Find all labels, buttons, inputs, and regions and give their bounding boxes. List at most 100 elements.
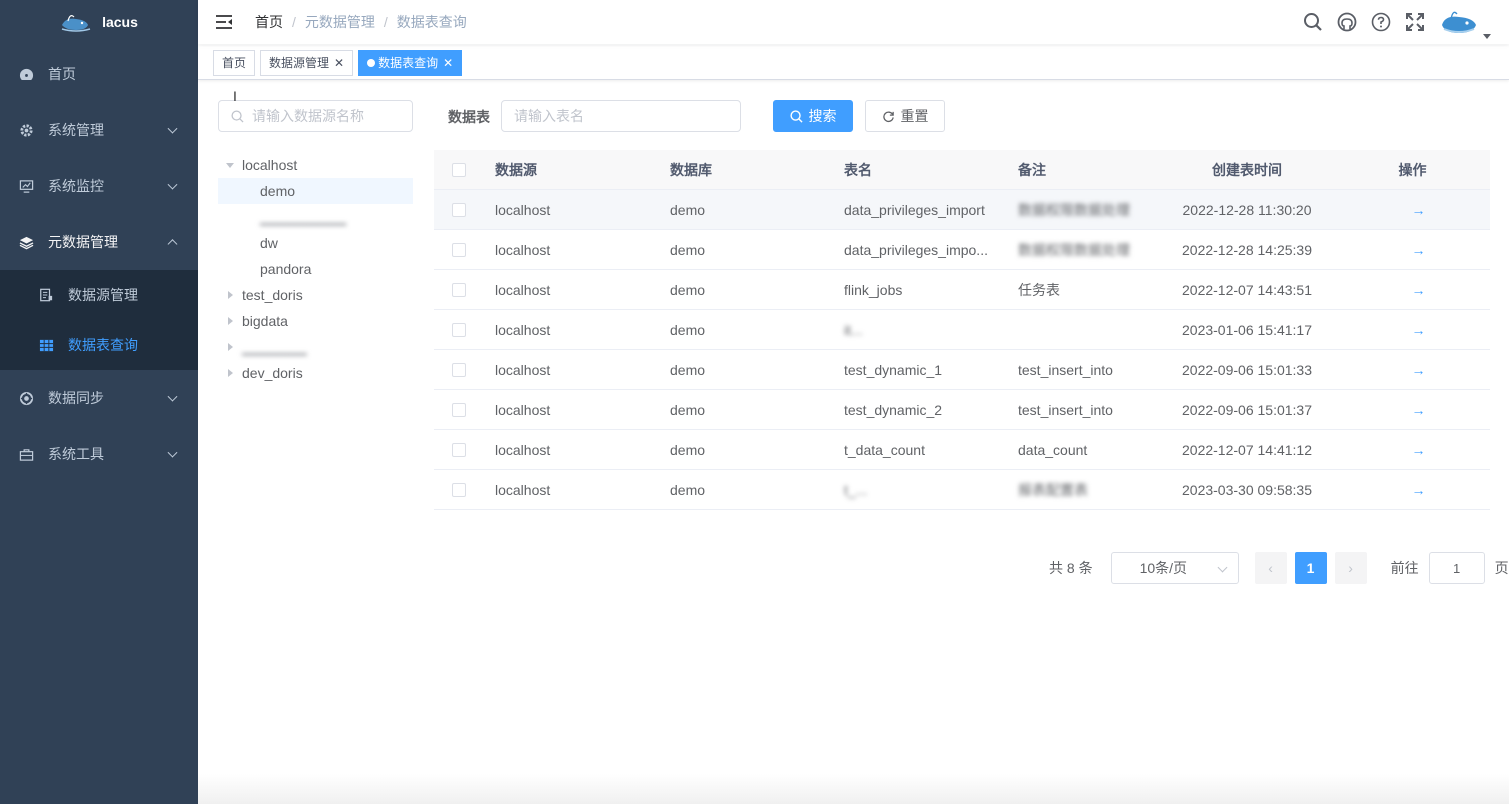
view-detail-arrow-icon[interactable]: → xyxy=(1412,282,1426,298)
tree-node[interactable]: test_doris xyxy=(218,282,413,308)
tag-table-query[interactable]: 数据表查询 ✕ xyxy=(358,49,463,76)
view-detail-arrow-icon[interactable]: → xyxy=(1412,482,1426,498)
expand-icon[interactable] xyxy=(218,343,242,351)
expand-icon[interactable] xyxy=(218,291,242,299)
search-button[interactable]: 搜索 xyxy=(773,100,853,132)
cell-note: test_insert_into xyxy=(1018,361,1113,378)
tree-node-child[interactable]: ▁▁▁▁▁▁▁▁ xyxy=(218,204,413,230)
next-page-button[interactable]: › xyxy=(1334,552,1367,584)
cell-database: demo xyxy=(670,281,706,298)
tag-home[interactable]: 首页 xyxy=(213,49,256,76)
table-row[interactable]: localhost demo data_privileges_import 数据… xyxy=(434,190,1490,230)
sidebar-item-system[interactable]: 系统管理 xyxy=(0,102,198,158)
view-detail-arrow-icon[interactable]: → xyxy=(1412,442,1426,458)
tree-node[interactable]: dev_doris xyxy=(218,360,413,386)
search-icon xyxy=(231,109,244,123)
row-checkbox[interactable] xyxy=(452,482,466,497)
datasource-tree: localhost demo ▁▁▁▁▁▁▁▁ dw pandora test_… xyxy=(218,152,413,386)
table-row[interactable]: localhost demo test_dynamic_2 test_inser… xyxy=(434,390,1490,430)
row-checkbox[interactable] xyxy=(452,402,466,417)
cell-database: demo xyxy=(670,321,706,338)
chevron-down-icon xyxy=(167,447,178,458)
logo[interactable]: lacus xyxy=(0,0,198,44)
close-icon[interactable]: ✕ xyxy=(334,56,344,70)
tree-node[interactable]: ▁▁▁▁▁▁ xyxy=(218,334,413,360)
page-number-current[interactable]: 1 xyxy=(1294,552,1327,584)
table-row[interactable]: localhost demo flink_jobs 任务表 2022-12-07… xyxy=(434,270,1490,310)
row-checkbox[interactable] xyxy=(452,202,466,217)
table-name-input[interactable] xyxy=(501,100,741,132)
breadcrumb-separator: / xyxy=(292,14,296,30)
cell-table-name: it... xyxy=(844,321,863,338)
table-row[interactable]: localhost demo test_dynamic_1 test_inser… xyxy=(434,350,1490,390)
cell-note: test_insert_into xyxy=(1018,401,1113,418)
table-row[interactable]: localhost demo t_... 报表配置表 2023-03-30 09… xyxy=(434,470,1490,510)
avatar[interactable] xyxy=(1439,7,1491,39)
expand-icon[interactable] xyxy=(218,162,242,168)
row-checkbox[interactable] xyxy=(452,322,466,337)
sidebar-item-datasource[interactable]: 数据源管理 xyxy=(0,270,198,320)
cell-database: demo xyxy=(670,361,706,378)
select-all-checkbox[interactable] xyxy=(452,162,466,177)
tree-node-label: bigdata xyxy=(242,313,288,329)
sidebar-item-home[interactable]: 首页 xyxy=(0,46,198,102)
cell-table-name: test_dynamic_1 xyxy=(844,361,943,378)
breadcrumb-item[interactable]: 首页 xyxy=(255,12,283,32)
expand-icon[interactable] xyxy=(218,317,242,325)
table-row[interactable]: localhost demo data_privileges_impo... 数… xyxy=(434,230,1490,270)
tree-node-child[interactable]: demo xyxy=(218,178,413,204)
row-checkbox[interactable] xyxy=(452,242,466,257)
goto-page-input[interactable] xyxy=(1428,552,1485,584)
sidebar-item-sync[interactable]: 数据同步 xyxy=(0,370,198,426)
sidebar: lacus 首页 系统管理 系统监控 元数据管理 数据源管理 数据表查询 数据同… xyxy=(0,0,198,804)
search-button-label: 搜索 xyxy=(808,108,837,124)
row-checkbox[interactable] xyxy=(452,282,466,297)
submenu-metadata: 数据源管理 数据表查询 xyxy=(0,270,198,370)
tree-node-label: dev_doris xyxy=(242,365,303,381)
cell-source: localhost xyxy=(495,321,551,338)
tree-node[interactable]: bigdata xyxy=(218,308,413,334)
cell-table-name: t_data_count xyxy=(844,441,925,458)
sidebar-item-label: 数据表查询 xyxy=(68,337,138,353)
datasource-search-input[interactable] xyxy=(252,108,402,124)
sidebar-item-metadata[interactable]: 元数据管理 xyxy=(0,214,198,270)
view-detail-arrow-icon[interactable]: → xyxy=(1412,242,1426,258)
prev-page-button[interactable]: ‹ xyxy=(1254,552,1287,584)
cell-source: localhost xyxy=(495,201,551,218)
sidebar-item-label: 数据源管理 xyxy=(68,287,138,303)
table-row[interactable]: localhost demo it... 2023-01-06 15:41:17… xyxy=(434,310,1490,350)
reset-button[interactable]: 重置 xyxy=(865,100,945,132)
sidebar-item-label: 首页 xyxy=(48,66,76,82)
search-icon[interactable] xyxy=(1303,12,1323,32)
row-checkbox[interactable] xyxy=(452,442,466,457)
cell-note: 数据权限数据处理 xyxy=(1018,201,1130,218)
tree-node-child[interactable]: pandora xyxy=(218,256,413,282)
tree-node[interactable]: localhost xyxy=(218,152,413,178)
tree-node-label: localhost xyxy=(242,157,298,173)
page-unit-label: 页 xyxy=(1494,560,1509,576)
tree-node-label: test_doris xyxy=(242,287,303,303)
fullscreen-icon[interactable] xyxy=(1405,12,1425,32)
sidebar-item-monitor[interactable]: 系统监控 xyxy=(0,158,198,214)
page-size-value: 10条/页 xyxy=(1139,560,1188,576)
github-icon[interactable] xyxy=(1337,12,1357,32)
sidebar-item-tools[interactable]: 系统工具 xyxy=(0,426,198,482)
column-header: 创建表时间 xyxy=(1212,161,1282,178)
view-detail-arrow-icon[interactable]: → xyxy=(1412,362,1426,378)
close-icon[interactable]: ✕ xyxy=(443,56,453,70)
expand-icon[interactable] xyxy=(218,369,242,377)
view-detail-arrow-icon[interactable]: → xyxy=(1412,402,1426,418)
tag-datasource[interactable]: 数据源管理 ✕ xyxy=(260,49,354,76)
cell-table-name: flink_jobs xyxy=(844,281,903,298)
sidebar-item-table-query[interactable]: 数据表查询 xyxy=(0,320,198,370)
cell-created-time: 2022-09-06 15:01:33 xyxy=(1182,361,1312,378)
row-checkbox[interactable] xyxy=(452,362,466,377)
table-row[interactable]: localhost demo t_data_count data_count 2… xyxy=(434,430,1490,470)
view-detail-arrow-icon[interactable]: → xyxy=(1412,202,1426,218)
page-size-select[interactable]: 10条/页 xyxy=(1110,552,1239,584)
view-detail-arrow-icon[interactable]: → xyxy=(1412,322,1426,338)
help-icon[interactable] xyxy=(1371,12,1391,32)
tree-node-child[interactable]: dw xyxy=(218,230,413,256)
column-header: 数据库 xyxy=(670,161,712,178)
hamburger-icon[interactable] xyxy=(215,14,233,30)
